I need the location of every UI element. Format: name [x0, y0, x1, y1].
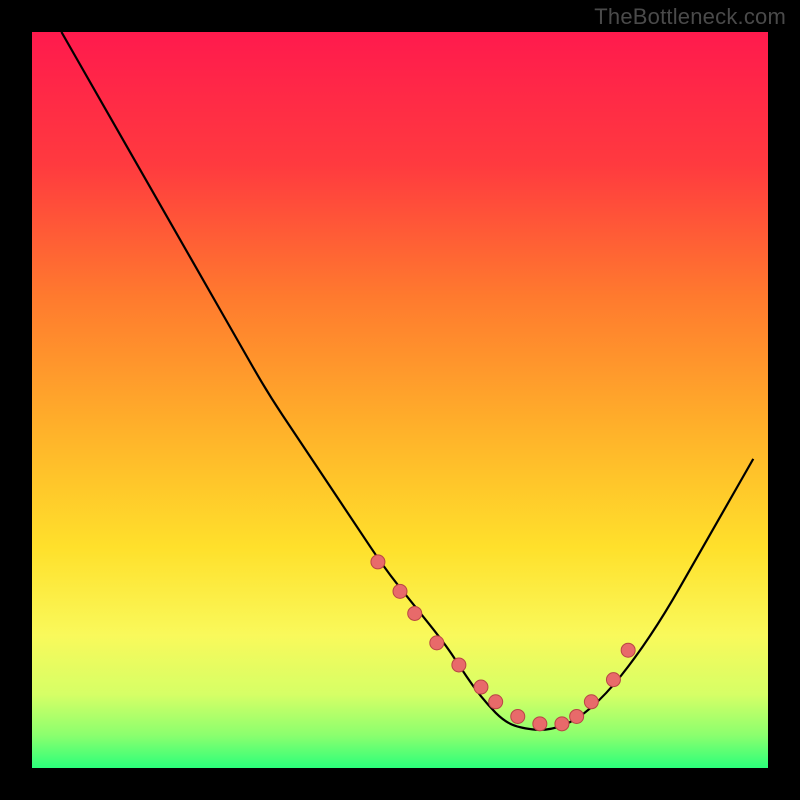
valley-dot	[606, 673, 620, 687]
chart-frame: TheBottleneck.com	[0, 0, 800, 800]
valley-dot	[584, 695, 598, 709]
valley-dot	[430, 636, 444, 650]
valley-dot	[533, 717, 547, 731]
valley-dot	[408, 606, 422, 620]
valley-dot	[474, 680, 488, 694]
valley-dot	[621, 643, 635, 657]
watermark-text: TheBottleneck.com	[594, 4, 786, 30]
valley-dot	[489, 695, 503, 709]
valley-dot	[393, 584, 407, 598]
valley-dot	[555, 717, 569, 731]
plot-area	[32, 32, 768, 768]
valley-dot	[570, 709, 584, 723]
valley-dot	[452, 658, 466, 672]
valley-dot	[511, 709, 525, 723]
valley-dot	[371, 555, 385, 569]
chart-svg	[32, 32, 768, 768]
gradient-background	[32, 32, 768, 768]
